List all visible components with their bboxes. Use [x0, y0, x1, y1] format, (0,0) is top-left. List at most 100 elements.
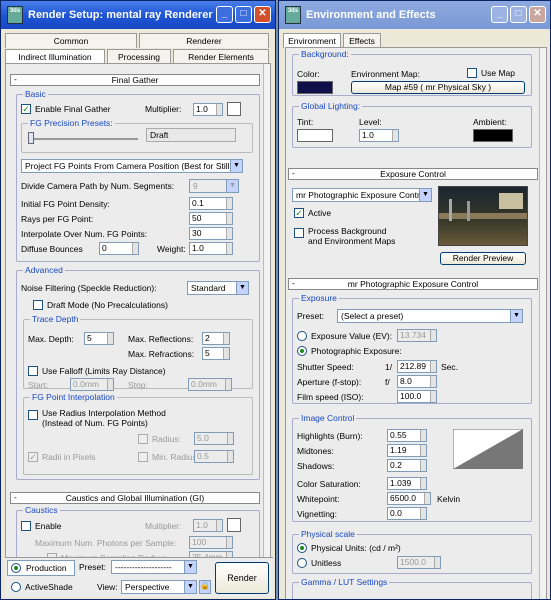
draft-mode-checkbox[interactable] — [33, 300, 43, 310]
exposure-preset-dropdown[interactable]: (Select a preset) ▼ — [337, 309, 523, 323]
close-icon[interactable]: ✕ — [529, 6, 546, 23]
midtones-label: Midtones: — [297, 446, 334, 456]
fg-color-swatch[interactable] — [227, 102, 241, 116]
ev-radio[interactable] — [297, 331, 307, 341]
unitless-field[interactable]: 1500.0 — [397, 556, 441, 569]
saturation-field[interactable]: 1.039 — [387, 477, 427, 490]
density-field[interactable]: 0.1 — [189, 197, 233, 210]
tab-environment[interactable]: Environment — [283, 33, 341, 48]
interpolate-field[interactable]: 30 — [189, 227, 233, 240]
render-button[interactable]: Render — [215, 562, 269, 594]
radius-checkbox[interactable] — [138, 434, 148, 444]
caustics-color-swatch[interactable] — [227, 518, 241, 532]
midtones-field[interactable]: 1.19 — [387, 444, 427, 457]
max-photons-label: Maximum Num. Photons per Sample: — [35, 538, 177, 548]
noise-filtering-label: Noise Filtering (Speckle Reduction): — [21, 283, 157, 293]
scrollbar[interactable] — [539, 48, 546, 599]
rays-field[interactable]: 50 — [189, 212, 233, 225]
ev-field[interactable]: 13.734 — [397, 329, 437, 342]
exposure-preset-label: Preset: — [297, 311, 324, 321]
caustics-gi-rollout-header[interactable]: - Caustics and Global Illumination (GI) — [10, 492, 260, 504]
slider-handle[interactable] — [28, 132, 34, 144]
production-radio[interactable] — [11, 563, 21, 573]
process-background-checkbox[interactable] — [294, 228, 304, 238]
segments-dropdown[interactable]: 9 ▼ — [189, 179, 239, 193]
production-option[interactable]: Production — [7, 560, 75, 576]
tab-common[interactable]: Common — [5, 33, 137, 48]
level-field[interactable]: 1.0 — [359, 129, 399, 142]
enable-final-gather-label: Enable Final Gather — [35, 104, 111, 114]
start-label: Start: — [28, 380, 49, 390]
active-label: Active — [308, 208, 332, 218]
fg-precision-slider[interactable] — [28, 138, 138, 140]
multiplier-field[interactable]: 1.0 — [193, 103, 223, 116]
ambient-label: Ambient: — [473, 117, 507, 127]
min-radius-checkbox[interactable] — [138, 452, 148, 462]
lock-icon[interactable]: 🔒 — [199, 580, 211, 594]
fg-mode-dropdown[interactable]: Project FG Points From Camera Position (… — [21, 159, 243, 173]
render-preview-button[interactable]: Render Preview — [440, 252, 526, 265]
active-checkbox[interactable]: ✓ — [294, 208, 304, 218]
vignetting-field[interactable]: 0.0 — [387, 507, 427, 520]
min-radius-field[interactable]: 0.5 — [194, 450, 234, 463]
start-field[interactable]: 0.0mm — [70, 378, 114, 391]
exposure-type-dropdown[interactable]: mr Photographic Exposure Control ▼ — [292, 188, 432, 202]
advanced-group: Advanced Noise Filtering (Speckle Reduct… — [16, 265, 260, 480]
aperture-field[interactable]: 8.0 — [397, 375, 437, 388]
render-setup-window: 3ds Render Setup: mental ray Renderer _ … — [0, 0, 276, 600]
background-color-swatch[interactable] — [297, 81, 333, 94]
ev-label: Exposure Value (EV): — [311, 331, 393, 341]
enable-final-gather-checkbox[interactable]: ✓ — [21, 104, 31, 114]
physical-units-radio[interactable] — [297, 543, 307, 553]
tab-indirect-illumination[interactable]: Indirect Illumination — [5, 49, 105, 64]
max-depth-field[interactable]: 5 — [84, 332, 114, 345]
shadows-field[interactable]: 0.2 — [387, 459, 427, 472]
radii-in-pixels-checkbox[interactable]: ✓ — [28, 452, 38, 462]
mr-photographic-rollout-header[interactable]: - mr Photographic Exposure Control — [288, 278, 538, 290]
shutter-field[interactable]: 212.89 — [397, 360, 437, 373]
tab-effects[interactable]: Effects — [343, 33, 381, 48]
use-map-checkbox[interactable] — [467, 68, 477, 78]
caustics-multiplier-field[interactable]: 1.0 — [193, 519, 223, 532]
maximize-icon[interactable]: □ — [235, 6, 252, 23]
tab-render-elements[interactable]: Render Elements — [173, 49, 269, 64]
ambient-color-swatch[interactable] — [473, 129, 513, 142]
final-gather-rollout-header[interactable]: - Final Gather — [10, 74, 260, 86]
whitepoint-field[interactable]: 6500.0 — [387, 492, 431, 505]
minimize-icon[interactable]: _ — [216, 6, 233, 23]
max-refractions-field[interactable]: 5 — [202, 347, 230, 360]
scrollbar[interactable] — [263, 64, 270, 558]
weight-field[interactable]: 1.0 — [189, 242, 233, 255]
bounces-field[interactable]: 0 — [99, 242, 139, 255]
tab-renderer[interactable]: Renderer — [139, 33, 269, 48]
activeshade-radio[interactable] — [11, 582, 21, 592]
exposure-control-rollout-header[interactable]: - Exposure Control — [288, 168, 538, 180]
minimize-icon[interactable]: _ — [491, 6, 508, 23]
rays-label: Rays per FG Point: — [21, 214, 94, 224]
highlights-field[interactable]: 0.55 — [387, 429, 427, 442]
render-setup-titlebar[interactable]: 3ds Render Setup: mental ray Renderer _ … — [1, 1, 275, 29]
max-photons-field[interactable]: 100 — [189, 536, 233, 549]
max-reflections-field[interactable]: 2 — [202, 332, 230, 345]
unitless-radio[interactable] — [297, 558, 307, 568]
stop-field[interactable]: 0.0mm — [188, 378, 232, 391]
iso-field[interactable]: 100.0 — [397, 390, 437, 403]
noise-filtering-dropdown[interactable]: Standard ▼ — [187, 281, 249, 295]
preset-dropdown[interactable]: -------------------- ▼ — [111, 560, 197, 574]
tint-color-swatch[interactable] — [297, 129, 333, 142]
tab-processing[interactable]: Processing — [107, 49, 171, 64]
enable-caustics-label: Enable — [35, 521, 62, 531]
process-background-label-2: and Environment Maps — [308, 236, 396, 246]
close-icon[interactable]: ✕ — [254, 6, 271, 23]
environment-map-button[interactable]: Map #59 ( mr Physical Sky ) — [351, 81, 525, 94]
use-radius-checkbox[interactable] — [28, 410, 38, 420]
environment-titlebar[interactable]: 3ds Environment and Effects _ □ ✕ — [279, 1, 550, 29]
use-falloff-checkbox[interactable] — [28, 366, 38, 376]
maximize-icon[interactable]: □ — [510, 6, 527, 23]
shutter-unit: Sec. — [441, 362, 459, 372]
enable-caustics-checkbox[interactable] — [21, 521, 31, 531]
photographic-exposure-radio[interactable] — [297, 346, 307, 356]
radius-field[interactable]: 5.0 — [194, 432, 234, 445]
view-dropdown[interactable]: Perspective ▼ — [121, 580, 197, 594]
use-radius-label: Use Radius Interpolation Method — [42, 408, 166, 418]
